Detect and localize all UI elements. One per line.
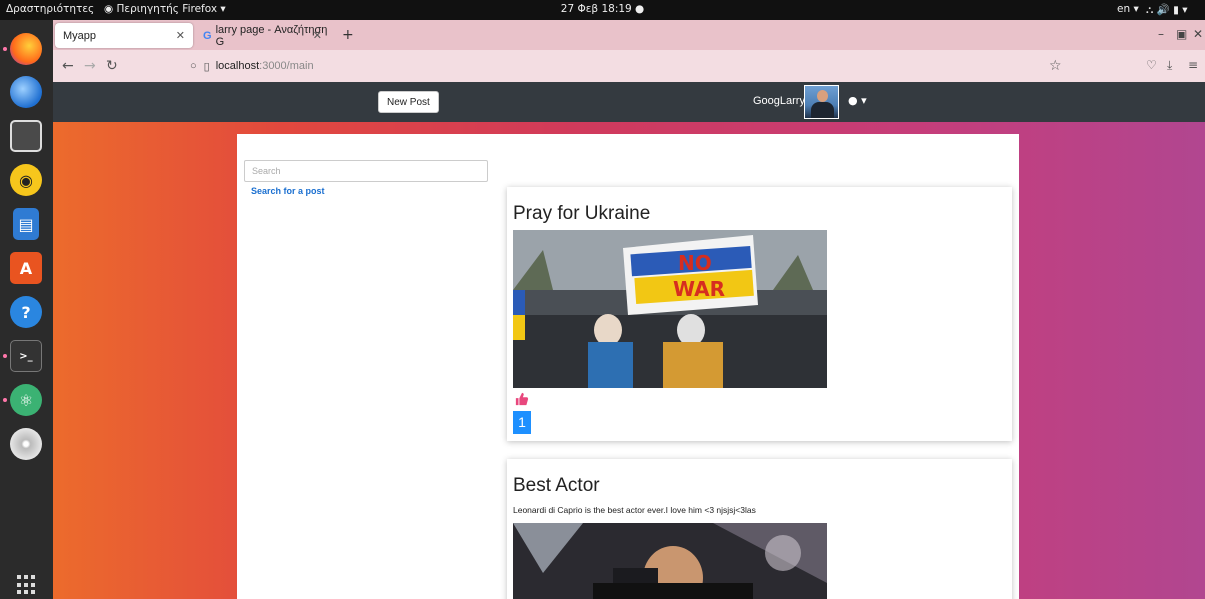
tab-search[interactable]: G larry page - Αναζήτηση G ✕	[195, 23, 330, 48]
terminal-icon[interactable]: >_	[10, 340, 42, 372]
running-indicator	[3, 354, 7, 358]
user-menu-toggle[interactable]: ● ▾	[848, 94, 867, 107]
avatar-suit	[811, 102, 834, 118]
sign-text-war: WAR	[673, 277, 725, 301]
reload-icon[interactable]: ↻	[106, 58, 118, 74]
disc-icon[interactable]	[10, 428, 42, 460]
new-post-button[interactable]: New Post	[378, 91, 439, 113]
post-body: Leonardi di Caprio is the best actor eve…	[513, 505, 756, 515]
atom-icon[interactable]: ⚛	[10, 384, 42, 416]
language-indicator[interactable]: en ▾	[1117, 3, 1139, 15]
forward-icon[interactable]: →	[84, 58, 96, 74]
search-input[interactable]	[244, 160, 488, 182]
tab-myapp[interactable]: Myapp ✕	[55, 23, 193, 48]
close-tab-icon[interactable]: ✕	[313, 29, 322, 42]
new-tab-icon[interactable]: +	[342, 27, 354, 43]
tab-label: Myapp	[63, 29, 97, 42]
username[interactable]: GoogLarry	[753, 95, 805, 107]
app-navbar: New Post GoogLarry ● ▾	[53, 82, 1205, 122]
dock: ◉ ▤ A ? >_ ⚛	[0, 20, 53, 599]
firefox-icon[interactable]	[10, 33, 42, 65]
system-top-bar: Δραστηριότητες ◉ Περιηγητής Firefox ▾ 27…	[0, 0, 1205, 20]
url-path: :3000/main	[259, 60, 314, 72]
system-status-icons[interactable]: ⛬ 🔊 ▮ ▾	[1146, 3, 1188, 17]
actor-photo	[513, 523, 827, 599]
main-container: Search for a post Pray for Ukraine NO WA…	[237, 134, 1019, 599]
sign-text-no: NO	[678, 251, 712, 275]
download-icon[interactable]: ⤓	[1167, 58, 1172, 73]
avatar-face	[817, 90, 828, 102]
post-title: Pray for Ukraine	[513, 203, 651, 224]
running-indicator	[3, 398, 7, 402]
running-indicator	[3, 47, 7, 51]
thunderbird-icon[interactable]	[10, 76, 42, 108]
caret-down-icon: ▾	[861, 94, 867, 107]
page-viewport: Search for a post Pray for Ukraine NO WA…	[53, 122, 1205, 599]
close-window-icon[interactable]: ✕	[1193, 27, 1203, 41]
language-label: en	[1117, 3, 1131, 15]
rhythmbox-icon[interactable]: ◉	[10, 164, 42, 196]
url-host: localhost	[215, 60, 260, 72]
writer-icon[interactable]: ▤	[13, 208, 39, 240]
maximize-icon[interactable]: ▣	[1176, 27, 1187, 41]
show-applications-icon[interactable]	[17, 575, 37, 595]
post-image: NO WAR	[513, 230, 827, 388]
shield-icon: ○	[190, 60, 197, 72]
post-card: Best Actor Leonardi di Caprio is the bes…	[507, 459, 1012, 599]
clock[interactable]: 27 Φεβ 18:19 ●	[0, 3, 1205, 15]
close-tab-icon[interactable]: ✕	[176, 29, 185, 42]
url-bar[interactable]: ○ ▯ localhost :3000/main	[190, 55, 1070, 77]
page-icon: ▯	[203, 60, 210, 73]
search-for-post-link[interactable]: Search for a post	[251, 186, 325, 196]
back-icon[interactable]: ←	[62, 58, 74, 74]
menu-icon[interactable]: ≡	[1188, 58, 1198, 72]
help-icon[interactable]: ?	[10, 296, 42, 328]
clock-label: 27 Φεβ 18:19	[560, 3, 632, 15]
user-circle-icon: ●	[848, 94, 858, 107]
post-image	[513, 523, 827, 599]
browser-nav-bar: ← → ↻ ○ ▯ localhost :3000/main ☆ ♡ ⤓ ≡	[53, 50, 1205, 82]
files-icon[interactable]	[10, 120, 42, 152]
minimize-icon[interactable]: –	[1158, 27, 1164, 41]
like-count: 1	[513, 411, 531, 434]
google-favicon-icon: G	[203, 29, 212, 42]
post-card: Pray for Ukraine NO WAR 1	[507, 187, 1012, 441]
thumbs-up-icon[interactable]	[515, 392, 529, 406]
avatar[interactable]	[804, 85, 839, 119]
bookmark-star-icon[interactable]: ☆	[1049, 58, 1062, 74]
browser-tab-strip: Myapp ✕ G larry page - Αναζήτηση G ✕ + –…	[53, 20, 1205, 50]
pocket-icon[interactable]: ♡	[1146, 58, 1157, 72]
protest-photo: NO WAR	[513, 230, 827, 388]
software-icon[interactable]: A	[10, 252, 42, 284]
post-title: Best Actor	[513, 475, 600, 496]
